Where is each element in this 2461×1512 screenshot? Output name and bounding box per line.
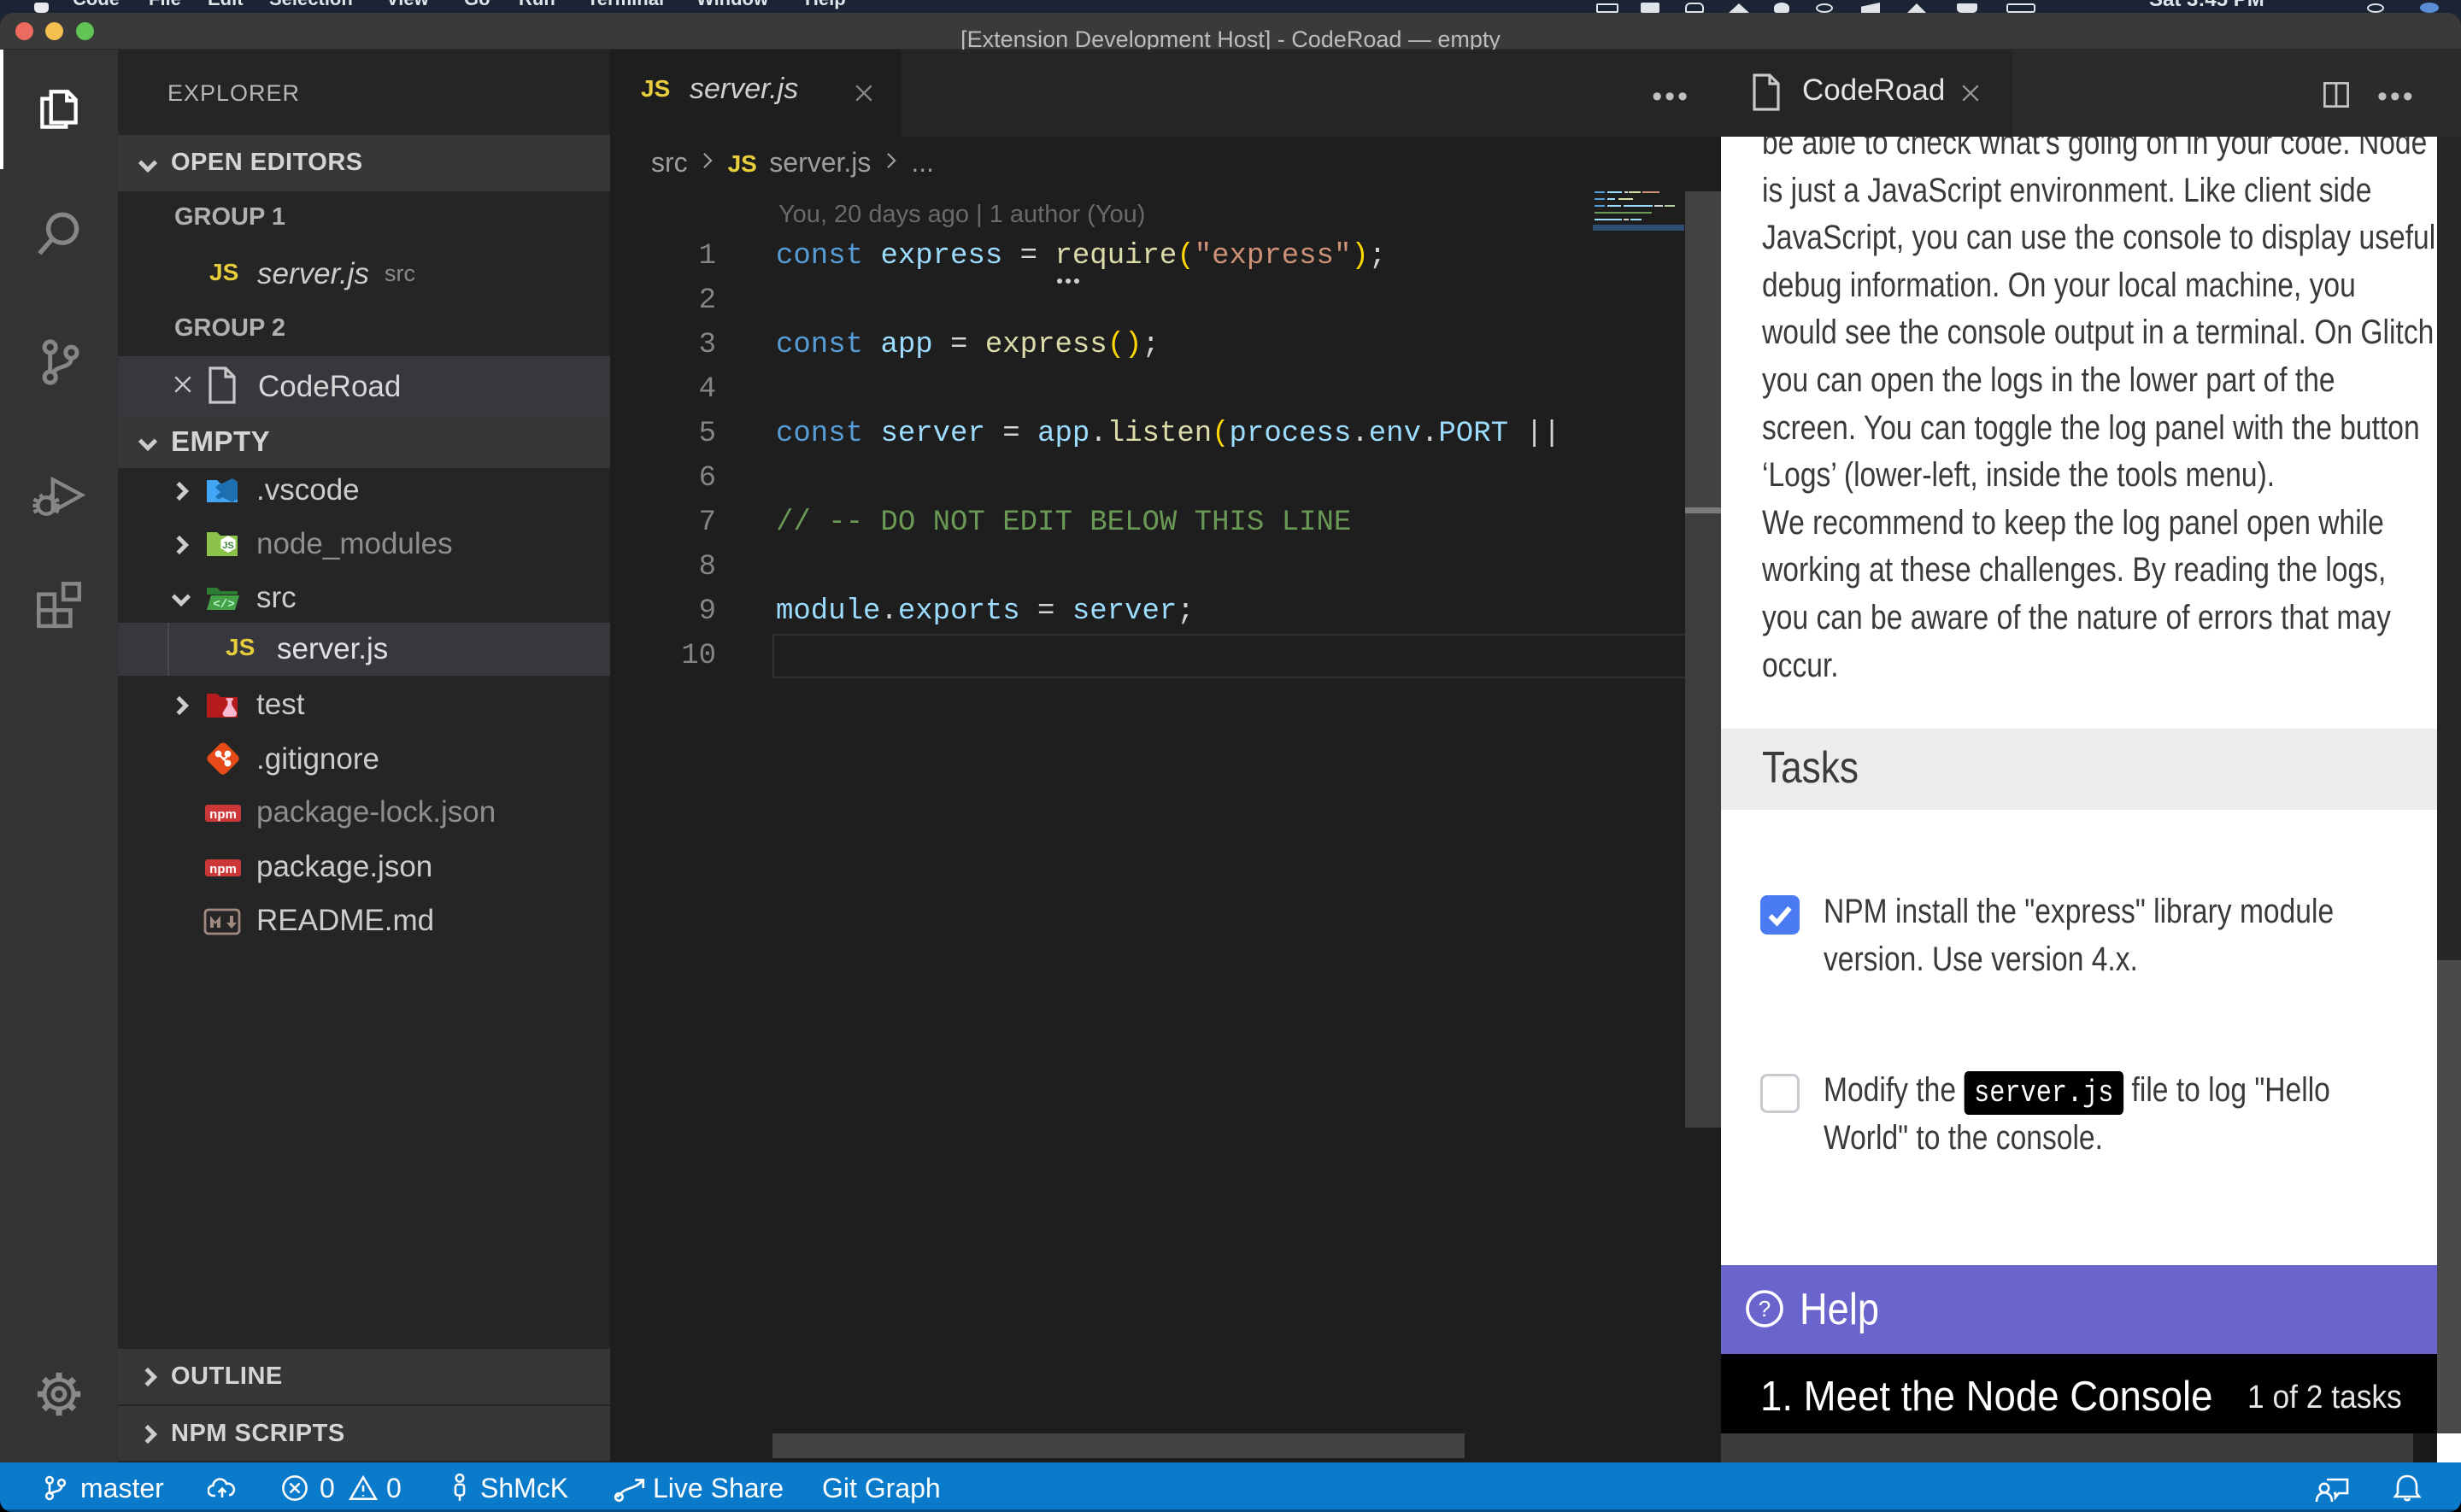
svg-text:?: ?	[1759, 1296, 1771, 1322]
svg-text:npm: npm	[209, 862, 237, 876]
svg-text:npm: npm	[209, 807, 237, 822]
svg-text:JS: JS	[222, 541, 233, 551]
svg-text:</>: </>	[213, 598, 234, 612]
